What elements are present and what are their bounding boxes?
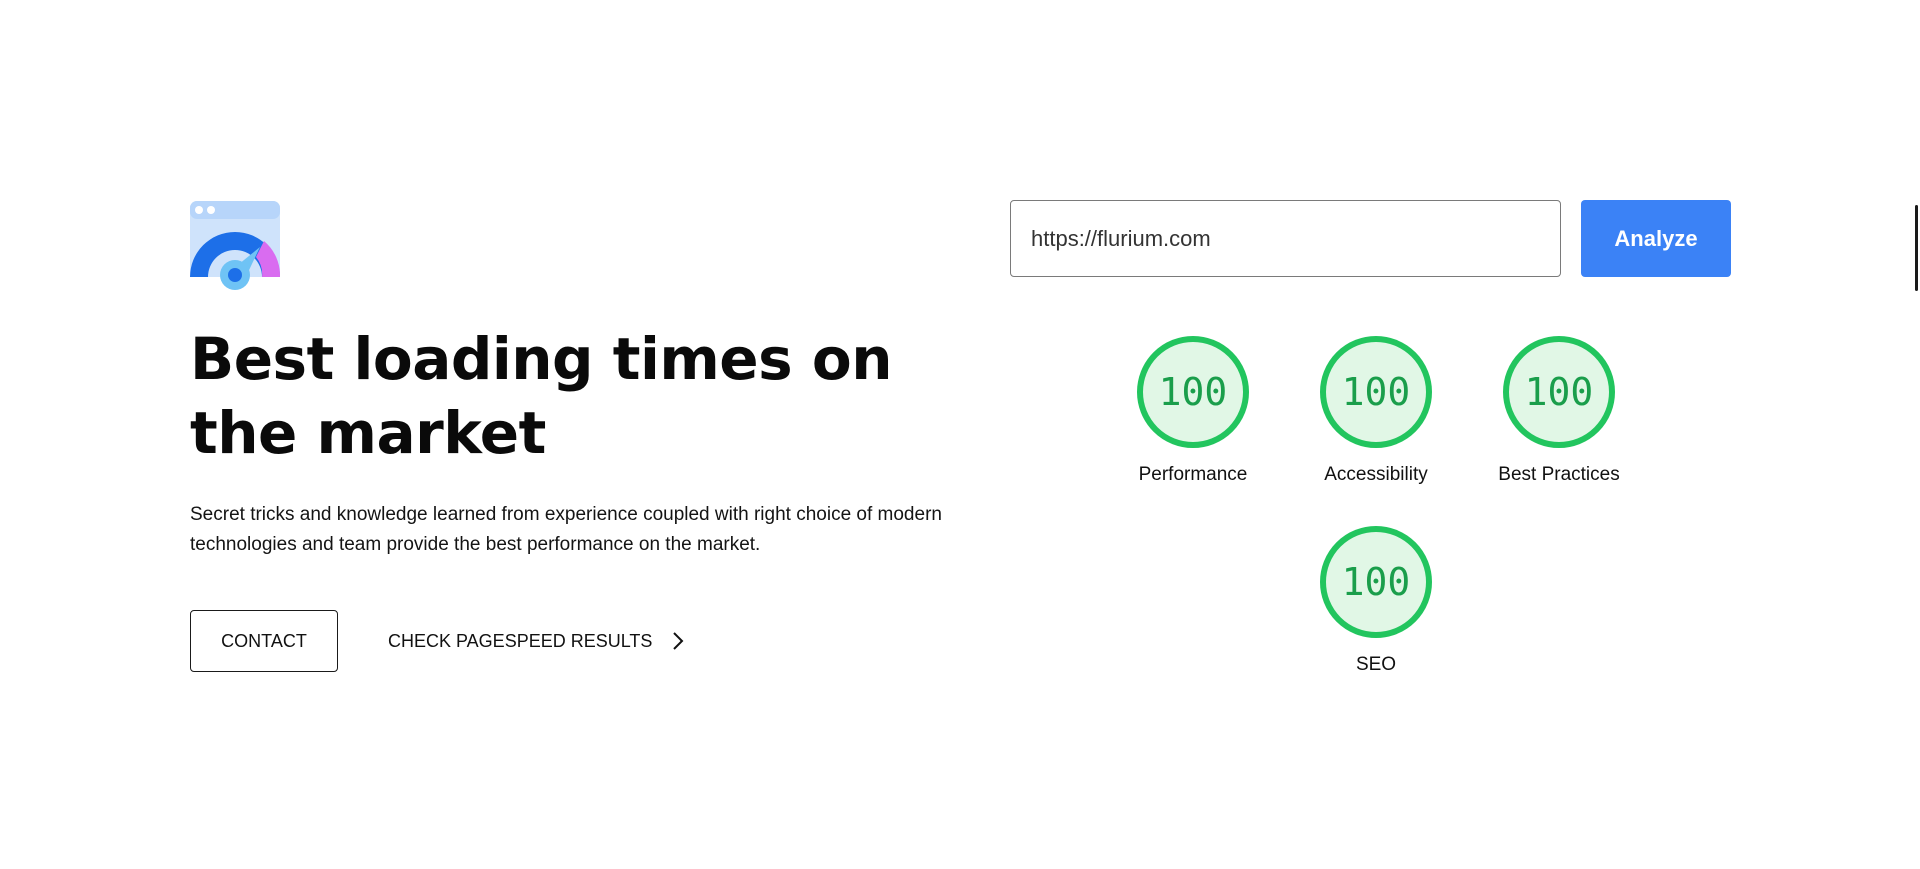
hero-description: Secret tricks and knowledge learned from… [190,504,942,555]
check-pagespeed-label: CHECK PAGESPEED RESULTS [388,630,653,651]
url-input[interactable] [1010,200,1561,277]
score-gauge: 100 [1503,336,1615,448]
score-label: Performance [1138,464,1248,485]
score-label: Accessibility [1324,464,1428,485]
score-best-practices: 100 Best Practices [1459,336,1659,486]
score-gauge: 100 [1137,336,1249,448]
score-seo: 100 SEO [1276,526,1476,676]
contact-button[interactable]: CONTACT [190,610,338,672]
score-label: SEO [1355,654,1397,675]
score-performance: 100 Performance [1093,336,1293,486]
score-gauge: 100 [1320,526,1432,638]
scrollbar-thumb[interactable] [1915,205,1918,291]
score-accessibility: 100 Accessibility [1276,336,1476,486]
speedometer-browser-icon [190,201,281,291]
score-gauge: 100 [1320,336,1432,448]
page: Best loading times on the market Secret … [0,0,1920,869]
score-label: Best Practices [1498,464,1620,485]
chevron-right-icon [672,632,684,650]
page-title: Best loading times on the market [190,325,892,467]
check-pagespeed-link[interactable]: CHECK PAGESPEED RESULTS [388,610,684,672]
analyze-button[interactable]: Analyze [1581,200,1731,277]
